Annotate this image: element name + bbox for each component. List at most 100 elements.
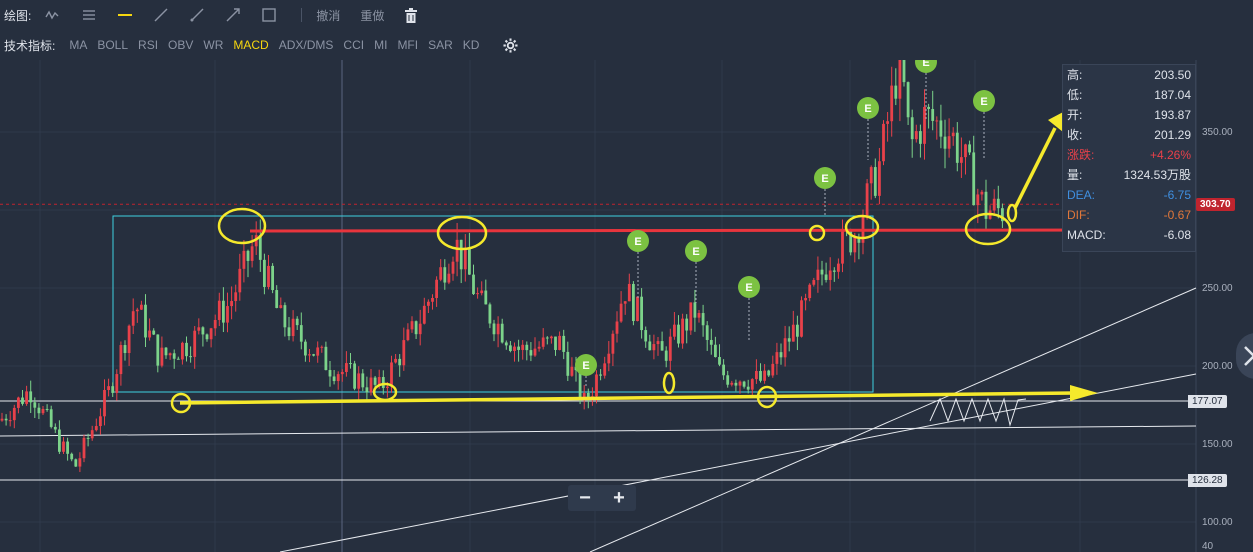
info-row: 低: 187.04 xyxy=(1063,85,1195,105)
candle xyxy=(181,342,184,360)
candle xyxy=(172,353,176,359)
candle xyxy=(373,377,377,385)
indicator-rsi[interactable]: RSI xyxy=(138,38,158,52)
candle xyxy=(66,441,69,454)
trash-icon[interactable] xyxy=(404,7,418,23)
candle xyxy=(33,402,37,408)
line-chart-icon[interactable] xyxy=(45,8,61,22)
candle xyxy=(796,324,799,337)
info-key: MACD: xyxy=(1067,228,1106,242)
candle xyxy=(718,357,721,365)
highlight-ellipse xyxy=(1006,203,1018,223)
candle xyxy=(726,375,730,385)
candle xyxy=(176,358,180,360)
current-price-tag: 303.70 xyxy=(1196,198,1235,211)
y-tick-label: 200.00 xyxy=(1202,361,1233,372)
trend-line-icon[interactable] xyxy=(153,8,169,22)
info-key: 低: xyxy=(1067,88,1083,102)
candle xyxy=(644,330,648,342)
indicator-cci[interactable]: CCI xyxy=(343,38,364,52)
earnings-badge-label: E xyxy=(634,236,641,248)
zoom-out-button[interactable]: − xyxy=(579,487,591,510)
candle xyxy=(201,327,205,335)
candle xyxy=(537,346,541,349)
info-row: 开: 193.87 xyxy=(1063,105,1195,125)
candle xyxy=(828,270,832,280)
pattern-zigzag xyxy=(929,397,1027,427)
indicator-boll[interactable]: BOLL xyxy=(97,38,128,52)
candle xyxy=(919,131,922,144)
candle xyxy=(673,324,676,337)
candle xyxy=(324,346,328,371)
indicator-kd[interactable]: KD xyxy=(463,38,480,52)
candle xyxy=(361,373,365,388)
candle xyxy=(816,269,820,281)
indicator-adx-dms[interactable]: ADX/DMS xyxy=(279,38,334,52)
candle xyxy=(533,348,537,356)
undo-button[interactable]: 撤消 xyxy=(316,7,340,24)
candle xyxy=(365,387,369,393)
candle xyxy=(41,408,45,414)
rectangle-icon[interactable] xyxy=(261,8,277,22)
indicator-mfi[interactable]: MFI xyxy=(397,38,418,52)
candle xyxy=(78,458,82,467)
candle xyxy=(25,391,28,404)
candle xyxy=(738,381,742,386)
info-value: 1324.53万股 xyxy=(1123,168,1191,182)
candle xyxy=(603,363,607,376)
candle xyxy=(119,345,123,375)
candle xyxy=(123,345,127,354)
candle xyxy=(791,324,795,342)
support-arrowhead xyxy=(1070,385,1098,401)
indicator-macd[interactable]: MACD xyxy=(233,38,268,52)
arrow-line-icon[interactable] xyxy=(225,8,241,22)
highlight-ellipse xyxy=(662,371,676,395)
candle xyxy=(943,136,947,149)
indicator-obv[interactable]: OBV xyxy=(168,38,193,52)
candle xyxy=(611,333,615,354)
candle xyxy=(517,346,520,350)
candle xyxy=(914,131,918,140)
support-level-tag-2: 126.28 xyxy=(1188,474,1227,487)
ray-icon[interactable] xyxy=(189,8,205,22)
earnings-badge-label: E xyxy=(864,103,871,115)
redo-button[interactable]: 重做 xyxy=(360,7,384,24)
indicator-sar[interactable]: SAR xyxy=(428,38,453,52)
candle xyxy=(197,327,201,331)
candle xyxy=(160,347,164,366)
candle xyxy=(230,301,233,307)
gear-icon[interactable] xyxy=(503,37,518,53)
candle xyxy=(960,157,963,163)
candle xyxy=(779,352,783,358)
candle xyxy=(878,161,881,196)
candle xyxy=(529,350,533,356)
info-value: 203.50 xyxy=(1154,68,1191,82)
candle xyxy=(345,363,348,372)
toolbar-divider xyxy=(301,8,303,22)
candle xyxy=(287,327,291,337)
candle xyxy=(521,344,525,350)
candle xyxy=(37,407,41,414)
indicator-ma[interactable]: MA xyxy=(69,38,87,52)
candle xyxy=(492,323,496,335)
candle xyxy=(226,306,229,323)
candle xyxy=(832,270,836,272)
indicator-mi[interactable]: MI xyxy=(374,38,387,52)
indicator-wr[interactable]: WR xyxy=(203,38,223,52)
candle xyxy=(431,297,434,302)
candle xyxy=(369,377,373,393)
candle xyxy=(648,341,652,351)
candle xyxy=(894,85,898,99)
y-tick-label: 100.00 xyxy=(1202,517,1233,528)
candle xyxy=(103,390,106,417)
multi-line-icon[interactable] xyxy=(81,8,97,22)
zoom-in-button[interactable]: + xyxy=(613,487,625,510)
horizontal-line-icon[interactable] xyxy=(117,8,133,22)
next-period-button[interactable] xyxy=(1236,333,1253,379)
candle xyxy=(439,267,443,280)
info-row: 量: 1324.53万股 xyxy=(1063,165,1195,185)
candle xyxy=(246,250,250,261)
candle xyxy=(808,284,812,299)
candle xyxy=(275,290,279,308)
candle xyxy=(394,358,397,363)
